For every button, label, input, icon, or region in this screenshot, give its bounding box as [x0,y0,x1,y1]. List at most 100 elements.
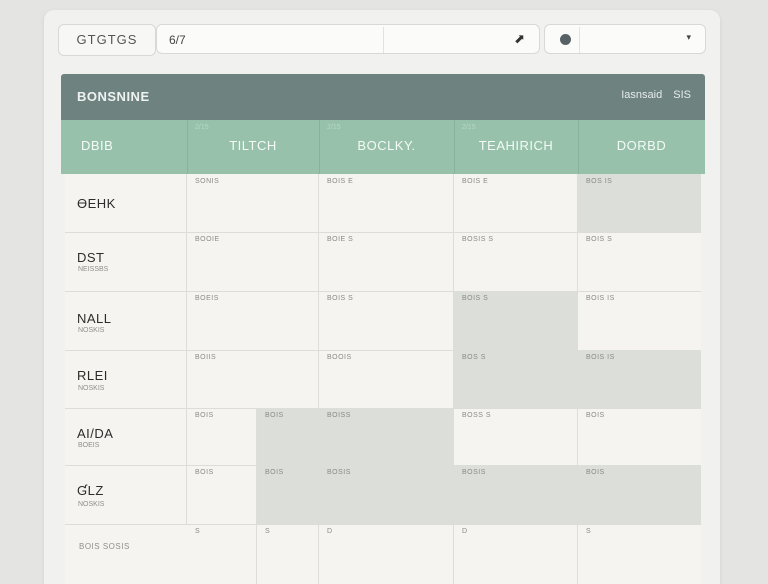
grid-cell[interactable]: S [257,524,319,584]
row-label-cell[interactable]: ƟEHK [65,174,187,232]
cell-value: BOIS IS [586,354,615,361]
panel-header: BONSNINE Iasnsaid SIS [61,74,705,120]
row-label-cell[interactable]: NALL NOSKIS [65,291,187,350]
grid-cell[interactable]: BOIS E [319,174,454,232]
grid-cell[interactable]: BOIIS [187,350,319,408]
row-label-cell[interactable]: BOIS SOSIS [65,524,187,584]
view-select[interactable]: ▾ [544,24,706,54]
column-header-label: DORBD [616,138,667,153]
row-label: ƓLZ [77,483,104,498]
app-window: GTGTGS 6/7 ⬈ ▾ BONSNINE Iasnsaid SIS DBI… [44,10,720,584]
cell-value: BOIS [586,412,605,419]
grid-cell[interactable]: BOIS [578,408,701,465]
column-header-sub: 2/15 [195,124,209,131]
globe-icon [560,34,571,45]
grid-cell[interactable]: S [187,524,257,584]
grid-cell[interactable]: BOS IS [578,174,701,232]
cell-value: BOIS [195,412,214,419]
panel-title: BONSNINE [77,89,150,104]
row-label: ƟEHK [77,196,116,211]
footer-label: BOIS SOSIS [79,542,130,551]
row-sublabel: NOSKIS [78,327,105,334]
grid-cell[interactable]: BOIS [257,465,319,524]
cell-value: BOEIS [195,295,219,302]
grid-cell[interactable]: BOOIE [187,232,319,291]
column-header[interactable]: DBIB [61,120,188,174]
column-header-sub: 2/15 [327,124,341,131]
cell-value: BOIS [265,469,284,476]
cell-value: BOIS IS [586,295,615,302]
cell-value: S [586,528,592,535]
table-row: RLEI NOSKIS BOIIS BOOIS BOS S BOIS IS [65,350,701,409]
cell-value: BOS IS [586,178,613,185]
column-header[interactable]: DORBD [578,120,705,174]
grid-cell[interactable]: SONIS [187,174,319,232]
row-label: NALL [77,311,112,326]
grid-cell[interactable]: BOIS E [454,174,578,232]
grid-cell[interactable]: BOIS IS [578,291,701,350]
grid-cell[interactable]: BOSIS [454,465,578,524]
toolbar-button[interactable]: GTGTGS [58,24,156,56]
row-sublabel: NEISSBS [78,266,109,273]
row-label-cell[interactable]: AI/DA BOEIS [65,408,187,465]
cell-value: BOSS S [462,412,492,419]
table-row: AI/DA BOEIS BOIS BOIS BOISS BOSS S BOIS [65,408,701,466]
chevron-down-icon[interactable]: ▾ [686,32,691,43]
column-header[interactable]: 2/15 TILTCH [187,120,320,174]
row-label: DST [77,250,105,265]
column-header[interactable]: 2/15 TEAHIRICH [454,120,579,174]
grid-cell[interactable]: BOSS S [454,408,578,465]
row-sublabel: NOSKIS [78,385,105,392]
row-label-cell[interactable]: ƓLZ NOSKIS [65,465,187,524]
column-header-label: DBIB [81,138,114,153]
column-header-sub: 2/15 [462,124,476,131]
table-row: ƟEHK SONIS BOIS E BOIS E BOS IS [65,174,701,233]
select-divider [579,27,580,53]
cell-value: SONIS [195,178,220,185]
panel-meta-label: Iasnsaid [621,89,663,101]
row-sublabel: NOSKIS [78,501,105,508]
grid-cell[interactable]: BOOIS [319,350,454,408]
table-row: NALL NOSKIS BOEIS BOIS S BOIS S BOIS IS [65,291,701,351]
cell-value: BOIS E [327,178,354,185]
cell-value: BOIS S [462,295,489,302]
grid-cell[interactable]: D [319,524,454,584]
table-row: DST NEISSBS BOOIE BOIE S BOSIS S BOIS S [65,232,701,292]
grid-cell[interactable]: BOIE S [319,232,454,291]
row-label: AI/DA [77,426,114,441]
grid-cell[interactable]: BOSIS S [454,232,578,291]
grid-cell[interactable]: BOIS [187,465,257,524]
grid-cell[interactable]: BOEIS [187,291,319,350]
grid-cell[interactable]: BOIS S [578,232,701,291]
cell-value: BOIS [195,469,214,476]
cell-value: BOIS [586,469,605,476]
grid-cell[interactable]: BOSIS [319,465,454,524]
cell-value: BOOIS [327,354,352,361]
grid-cell[interactable]: BOIS S [319,291,454,350]
grid-cell[interactable]: BOISS [319,408,454,465]
input-divider [383,27,384,53]
schedule-panel: BONSNINE Iasnsaid SIS DBIB 2/15 TILTCH 2… [61,74,705,584]
row-label-cell[interactable]: RLEI NOSKIS [65,350,187,408]
grid-cell[interactable]: BOIS [578,465,701,524]
grid-cell[interactable]: BOS S [454,350,578,408]
column-header-label: TEAHIRICH [478,138,554,153]
grid-cell[interactable]: D [454,524,578,584]
grid-body: ƟEHK SONIS BOIS E BOIS E BOS IS DST NEIS… [65,174,701,584]
cursor-arrow-icon[interactable]: ⬈ [514,31,525,47]
column-header-label: BOCLKY. [357,138,416,153]
grid-cell[interactable]: BOIS IS [578,350,701,408]
row-label-cell[interactable]: DST NEISSBS [65,232,187,291]
cell-value: BOSIS S [462,236,494,243]
path-input[interactable]: 6/7 ⬈ [156,24,540,54]
grid-cell[interactable]: S [578,524,701,584]
grid-cell[interactable]: BOIS S [454,291,578,350]
column-header-label: TILTCH [229,138,277,153]
path-input-value: 6/7 [169,33,186,47]
cell-value: BOSIS [462,469,486,476]
grid-cell[interactable]: BOIS [257,408,319,465]
column-header[interactable]: 2/15 BOCLKY. [319,120,455,174]
grid-cell[interactable]: BOIS [187,408,257,465]
cell-value: BOIS S [327,295,354,302]
cell-value: BOIIS [195,354,217,361]
